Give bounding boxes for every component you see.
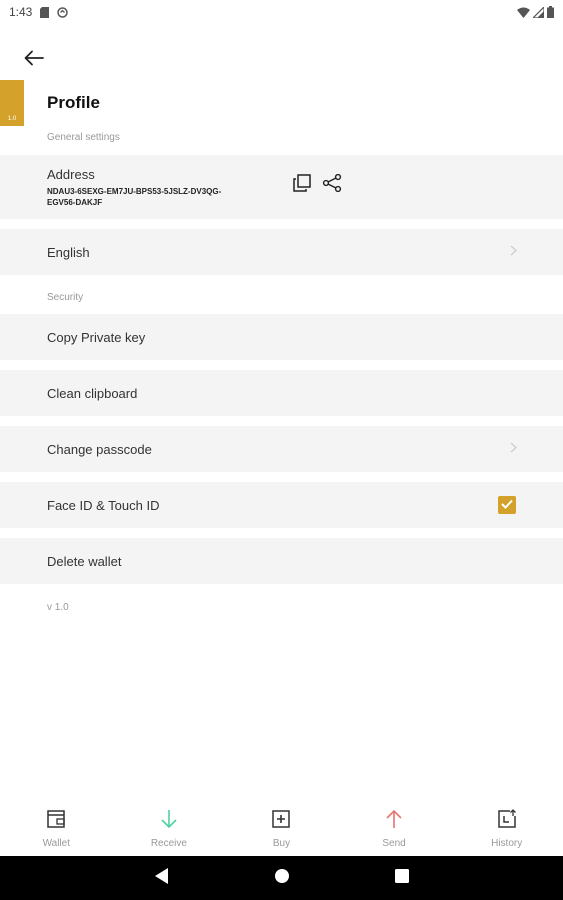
delete-wallet-label: Delete wallet — [47, 553, 122, 569]
square-recents-icon — [394, 868, 409, 888]
status-bar: 1:43 — [0, 0, 563, 24]
nav-buy-label: Buy — [272, 838, 291, 849]
nav-receive[interactable]: Receive — [113, 800, 226, 856]
change-passcode-row[interactable]: Change passcode — [0, 426, 563, 472]
section-label-general: General settings — [47, 132, 120, 143]
wallet-icon — [46, 808, 66, 830]
delete-wallet-row[interactable]: Delete wallet — [0, 538, 563, 584]
system-back-button[interactable] — [152, 867, 172, 889]
circle-home-icon — [274, 868, 289, 888]
nav-history[interactable]: History — [450, 800, 563, 856]
nav-wallet[interactable]: Wallet — [0, 800, 113, 856]
section-label-security: Security — [47, 292, 84, 303]
chevron-right-icon — [510, 440, 517, 458]
language-row[interactable]: English — [0, 229, 563, 275]
signal-icon — [533, 6, 544, 18]
sd-card-icon — [40, 6, 50, 18]
arrow-left-icon — [24, 50, 44, 71]
app-version: v 1.0 — [47, 602, 69, 613]
system-recents-button[interactable] — [392, 868, 412, 888]
nav-buy[interactable]: Buy — [225, 800, 338, 856]
check-icon — [501, 496, 513, 514]
address-label: Address — [47, 166, 95, 182]
language-label: English — [47, 244, 90, 260]
version-badge: 1.0 — [0, 80, 24, 126]
copy-private-key-row[interactable]: Copy Private key — [0, 314, 563, 360]
triangle-back-icon — [154, 867, 169, 889]
nav-history-label: History — [491, 838, 523, 849]
face-touch-id-row: Face ID & Touch ID — [0, 482, 563, 528]
battery-icon — [547, 6, 554, 18]
back-button[interactable] — [18, 44, 50, 76]
face-touch-id-checkbox[interactable] — [498, 496, 516, 514]
bottom-nav: Wallet Receive Buy Send History — [0, 800, 563, 856]
clean-clipboard-row[interactable]: Clean clipboard — [0, 370, 563, 416]
arrow-down-icon — [159, 808, 179, 830]
address-row: Address NDAU3-6SEXG-EM7JU-BPS53-5JSLZ-DV… — [0, 155, 563, 219]
share-icon — [322, 173, 342, 197]
copy-address-button[interactable] — [292, 173, 312, 197]
face-touch-id-label: Face ID & Touch ID — [47, 497, 160, 513]
wifi-icon — [517, 7, 530, 18]
system-nav-bar — [0, 856, 563, 900]
change-passcode-label: Change passcode — [47, 441, 152, 457]
sync-icon — [57, 6, 69, 18]
nav-wallet-label: Wallet — [42, 838, 70, 849]
clean-clipboard-label: Clean clipboard — [47, 385, 138, 401]
address-value: NDAU3-6SEXG-EM7JU-BPS53-5JSLZ-DV3QG-EGV5… — [47, 186, 222, 207]
share-address-button[interactable] — [322, 173, 342, 197]
address-actions — [292, 173, 342, 197]
version-badge-label: 1.0 — [7, 116, 17, 122]
nav-send[interactable]: Send — [338, 800, 451, 856]
arrow-up-icon — [384, 808, 404, 830]
buy-icon — [271, 808, 291, 830]
status-time: 1:43 — [9, 5, 33, 19]
copy-icon — [293, 173, 311, 197]
copy-private-key-label: Copy Private key — [47, 329, 146, 345]
history-icon — [497, 808, 517, 830]
page-title: Profile — [47, 93, 100, 112]
nav-send-label: Send — [382, 838, 406, 849]
chevron-right-icon — [510, 243, 517, 261]
nav-receive-label: Receive — [150, 838, 187, 849]
system-home-button[interactable] — [272, 868, 292, 888]
